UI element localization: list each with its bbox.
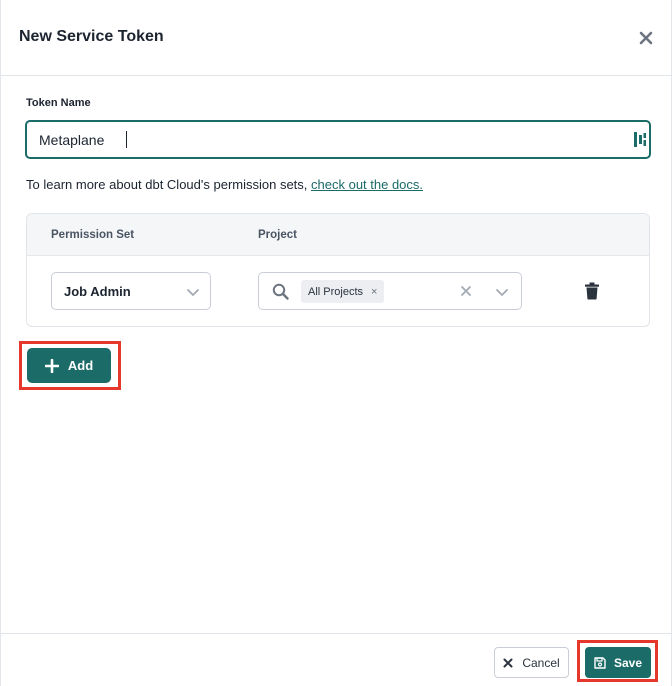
permissions-table: Permission Set Project Job Admin All Pro… xyxy=(26,213,650,327)
chevron-down-icon xyxy=(496,289,508,296)
text-caret xyxy=(126,131,127,148)
add-button-label: Add xyxy=(67,358,94,373)
chevron-down-icon xyxy=(187,289,199,296)
help-text-body: To learn more about dbt Cloud's permissi… xyxy=(26,177,312,192)
project-tag: All Projects × xyxy=(301,280,385,303)
cancel-button-label: Cancel xyxy=(522,655,560,670)
plus-icon xyxy=(44,358,59,373)
close-button[interactable] xyxy=(635,27,657,49)
permission-set-header: Permission Set xyxy=(51,229,135,241)
trash-icon[interactable] xyxy=(584,282,600,300)
permission-set-value: Job Admin xyxy=(64,284,131,299)
modal-header: New Service Token xyxy=(1,0,672,76)
permission-help-text: To learn more about dbt Cloud's permissi… xyxy=(26,177,423,192)
token-name-label: Token Name xyxy=(26,97,91,109)
modal-title: New Service Token xyxy=(19,28,164,45)
add-permission-button[interactable]: Add xyxy=(27,348,111,383)
cancel-button[interactable]: Cancel xyxy=(494,647,569,678)
close-icon xyxy=(639,31,653,45)
password-manager-icon[interactable] xyxy=(633,131,647,148)
modal-footer: Cancel Save xyxy=(1,633,672,686)
docs-link[interactable]: check out the docs. xyxy=(311,177,423,192)
close-icon xyxy=(503,658,513,667)
new-service-token-modal: New Service Token Token Name To learn mo… xyxy=(0,0,672,686)
project-header: Project xyxy=(258,229,297,241)
permission-set-select[interactable]: Job Admin xyxy=(51,272,211,310)
permissions-table-header: Permission Set Project xyxy=(27,214,649,256)
search-icon xyxy=(272,283,289,300)
project-select[interactable]: All Projects × xyxy=(258,272,522,310)
tag-remove-button[interactable]: × xyxy=(371,286,377,298)
save-button-highlight xyxy=(577,640,658,682)
clear-icon[interactable] xyxy=(459,284,473,298)
token-name-field[interactable] xyxy=(25,120,651,159)
project-tag-label: All Projects xyxy=(308,285,364,298)
